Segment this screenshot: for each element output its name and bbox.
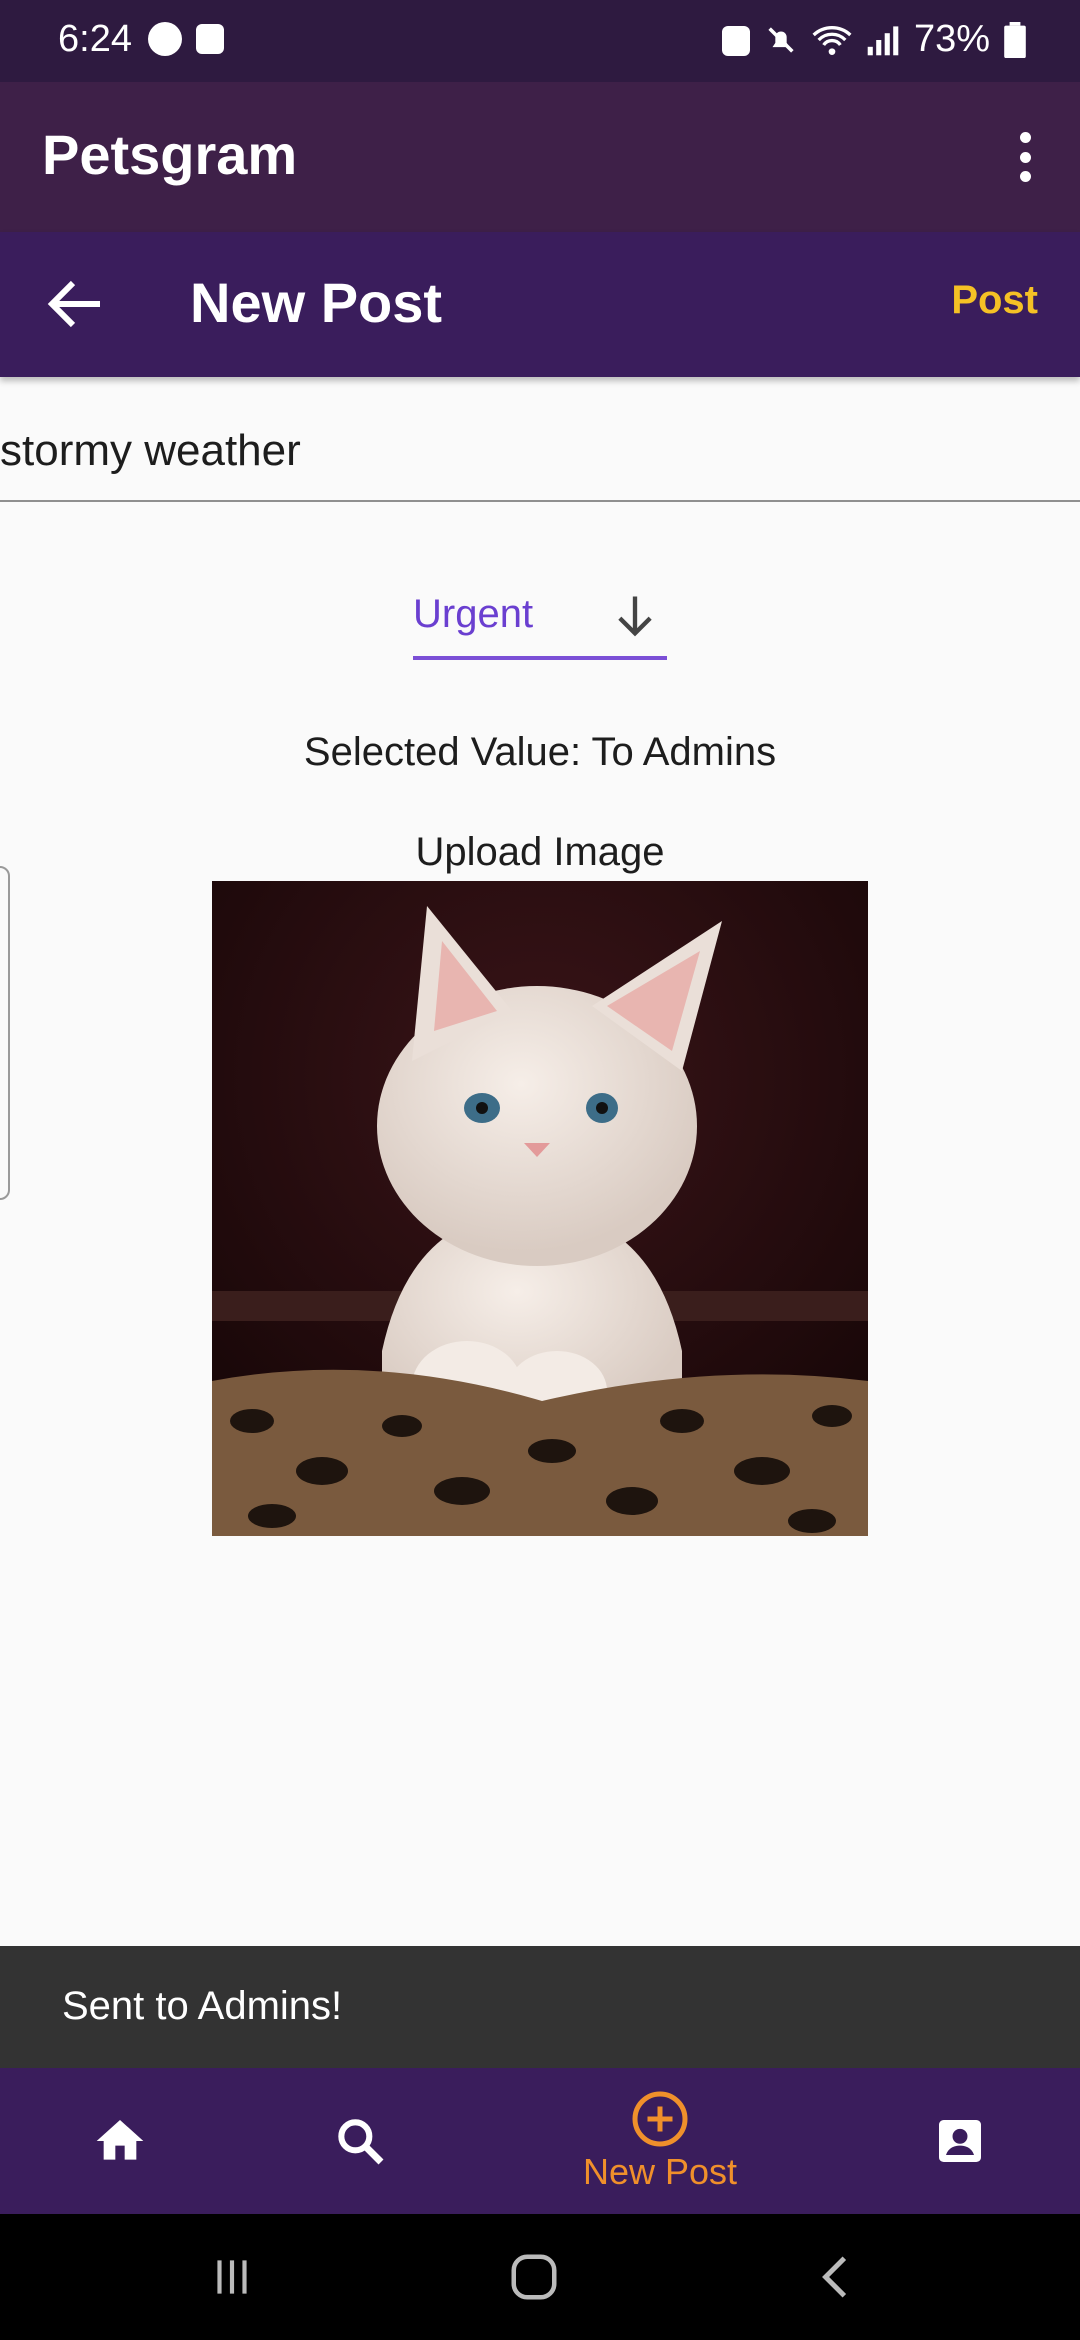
battery-saver-icon: [721, 25, 750, 56]
snackbar-message: Sent to Admins!: [62, 1984, 343, 2028]
post-title-input[interactable]: [0, 402, 1080, 502]
signal-icon: [867, 25, 899, 55]
app-bar: Petsgram: [0, 82, 1080, 232]
arrow-back-icon: [47, 280, 100, 328]
search-icon: [338, 2119, 384, 2165]
home-icon: [96, 2120, 144, 2160]
bottom-navigation: New Post: [0, 2068, 1080, 2214]
back-nav-button[interactable]: [796, 2242, 876, 2312]
app-title: Petsgram: [42, 123, 298, 186]
recents-icon: [217, 2260, 247, 2294]
messenger-icon: [148, 22, 182, 56]
home-square-icon: [511, 2254, 557, 2300]
snackbar: Sent to Admins!: [0, 1946, 1080, 2068]
notification-icons: [148, 22, 224, 56]
battery-percent: 73%: [913, 18, 990, 60]
notification-app-icon: [196, 24, 224, 54]
dropdown-selected-value: Urgent: [413, 592, 534, 636]
recents-button[interactable]: [192, 2242, 272, 2312]
system-navigation-bar: [0, 2214, 1080, 2340]
status-right: 73%: [721, 18, 1026, 61]
nav-new-post-label: New Post: [582, 2151, 738, 2192]
more-vert-icon[interactable]: [1010, 132, 1040, 182]
post-button[interactable]: Post: [951, 278, 1038, 323]
nav-new-post[interactable]: New Post: [560, 2068, 760, 2214]
status-bar: 6:24 73%: [0, 0, 1080, 82]
battery-icon: [1004, 21, 1026, 58]
wifi-icon: [812, 25, 852, 55]
nav-search[interactable]: [310, 2068, 410, 2214]
profile-icon: [939, 2120, 981, 2162]
mute-icon: [768, 26, 794, 53]
post-header: New Post Post: [0, 232, 1080, 377]
offscreen-card-edge: [0, 866, 10, 1200]
page-title: New Post: [190, 271, 443, 334]
status-time: 6:24: [58, 18, 132, 60]
chevron-left-icon: [822, 2256, 847, 2298]
home-button[interactable]: [494, 2242, 574, 2312]
screen: 6:24 73% Petsgram New Post Post Urgent: [0, 0, 1080, 2340]
upload-image-button[interactable]: Upload Image: [0, 830, 1080, 875]
add-circle-icon: [632, 2091, 688, 2147]
nav-profile[interactable]: [910, 2068, 1010, 2214]
arrow-down-icon: [618, 596, 652, 637]
back-button[interactable]: [40, 268, 112, 340]
selected-value-text: Selected Value: To Admins: [303, 730, 777, 774]
uploaded-image: [212, 881, 868, 1536]
priority-dropdown[interactable]: Urgent: [413, 582, 667, 660]
nav-home[interactable]: [70, 2068, 170, 2214]
